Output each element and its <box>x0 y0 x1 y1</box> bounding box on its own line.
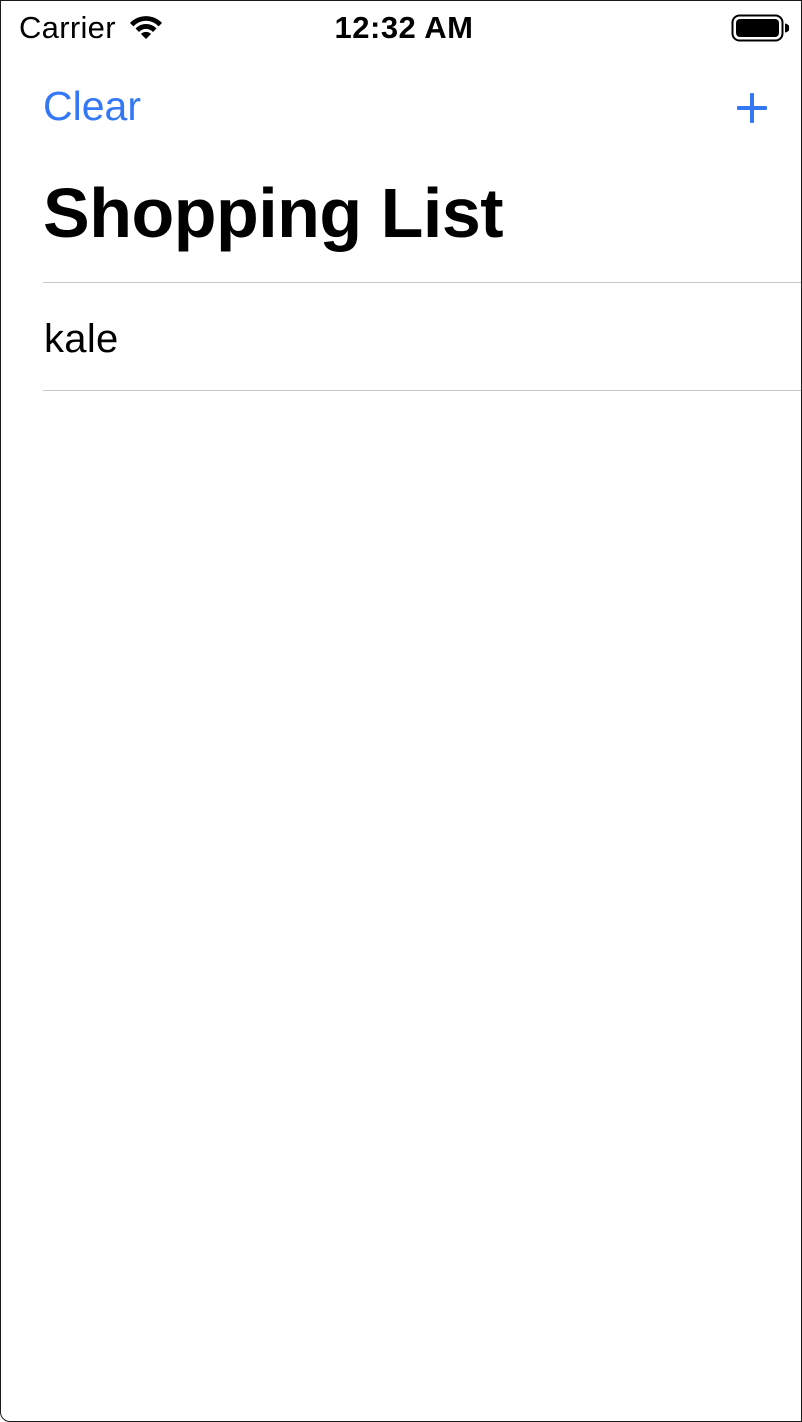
shopping-list: kale <box>43 282 801 391</box>
app-screen: Carrier 12:32 AM Clear Shopping List kal… <box>0 0 802 1422</box>
status-bar: Carrier 12:32 AM <box>1 1 801 57</box>
page-title: Shopping List <box>43 174 504 252</box>
clear-button[interactable]: Clear <box>43 83 141 130</box>
list-item-label: kale <box>44 317 119 361</box>
navigation-bar: Clear <box>1 71 801 151</box>
list-item[interactable]: kale <box>43 282 801 391</box>
add-item-button[interactable] <box>737 93 767 123</box>
status-time: 12:32 AM <box>334 10 474 45</box>
battery-full-icon <box>731 14 789 42</box>
